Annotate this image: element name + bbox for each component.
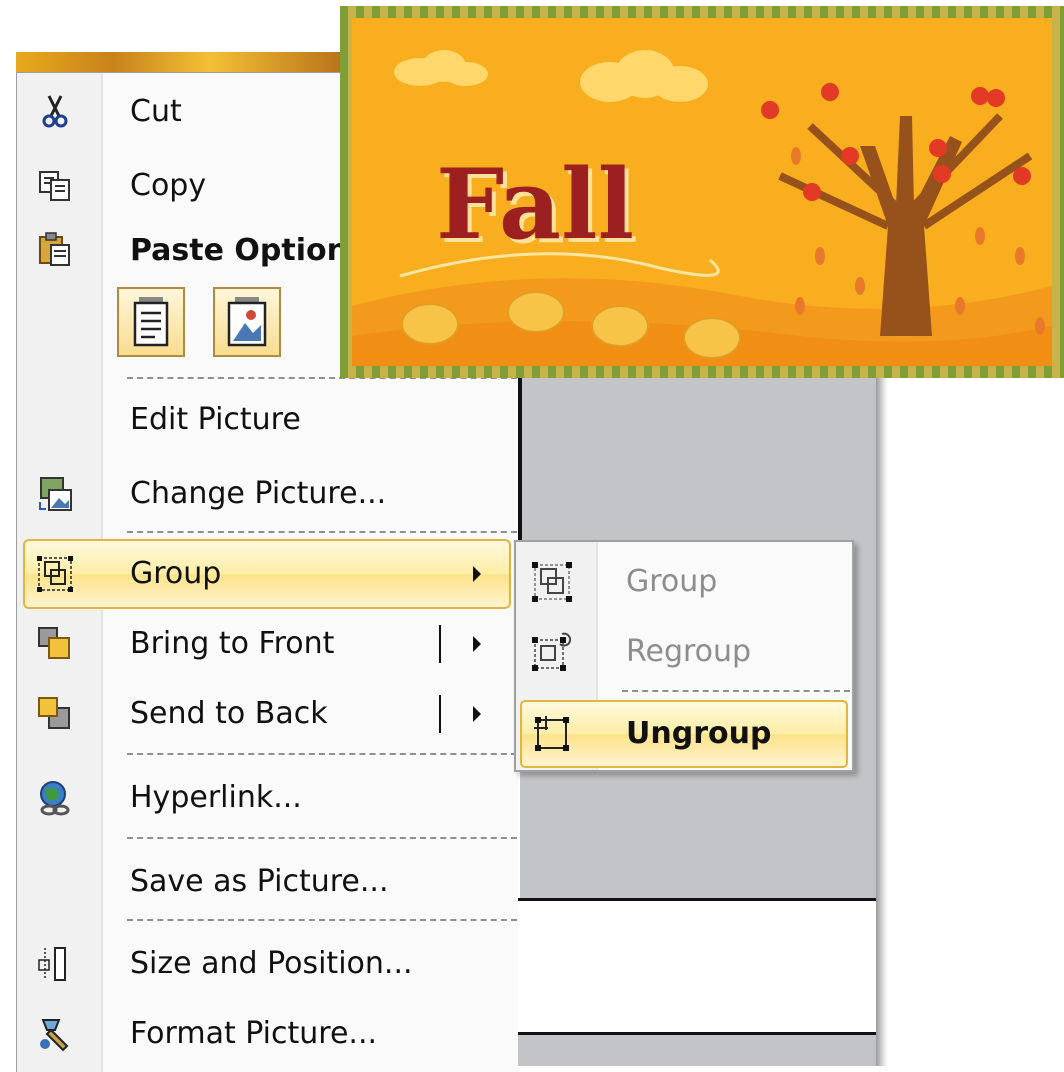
change-picture-icon bbox=[39, 477, 72, 511]
menu-item-send-to-back[interactable]: Send to Back bbox=[17, 681, 517, 747]
format-picture-icon bbox=[40, 1019, 69, 1052]
submenu-arrow-icon[interactable] bbox=[473, 636, 481, 652]
menu-item-bring-to-front[interactable]: Bring to Front bbox=[17, 611, 517, 677]
bring-to-front-icon bbox=[38, 627, 70, 659]
menu-item-label: Group bbox=[130, 556, 222, 591]
regroup-icon bbox=[532, 632, 572, 671]
menu-item-label: Bring to Front bbox=[130, 626, 335, 661]
menu-item-hyperlink[interactable]: Hyperlink... bbox=[17, 765, 517, 831]
paste-picture-icon bbox=[227, 297, 267, 347]
scissors-icon bbox=[42, 95, 68, 128]
submenu-item-label: Group bbox=[626, 564, 718, 599]
submenu-arrow-icon bbox=[473, 566, 481, 582]
menu-item-change-picture[interactable]: Change Picture... bbox=[17, 461, 517, 527]
menu-separator bbox=[127, 753, 517, 755]
copy-icon bbox=[39, 171, 70, 201]
group-icon bbox=[532, 562, 572, 602]
menu-item-save-as-picture[interactable]: Save as Picture... bbox=[17, 849, 517, 915]
menu-item-edit-picture[interactable]: Edit Picture bbox=[17, 387, 517, 453]
size-and-position-icon bbox=[38, 947, 66, 981]
submenu-item-regroup[interactable]: Regroup bbox=[516, 618, 852, 686]
menu-item-label: Cut bbox=[130, 94, 182, 129]
menu-separator bbox=[127, 837, 517, 839]
menu-item-label: Hyperlink... bbox=[130, 780, 302, 815]
document-white-area bbox=[516, 901, 876, 1032]
split-divider bbox=[439, 695, 441, 733]
menu-item-label: Copy bbox=[130, 168, 207, 203]
menu-item-label: Send to Back bbox=[130, 696, 328, 731]
menu-item-label: Size and Position... bbox=[130, 946, 413, 981]
submenu-item-label: Ungroup bbox=[626, 716, 772, 751]
group-submenu: Group Regroup Ungroup bbox=[514, 540, 854, 772]
menu-item-size-and-position[interactable]: Size and Position... bbox=[17, 931, 517, 997]
menu-item-format-picture[interactable]: Format Picture... bbox=[17, 1001, 517, 1067]
menu-item-label: Change Picture... bbox=[130, 476, 387, 511]
split-divider bbox=[439, 625, 441, 663]
submenu-arrow-icon[interactable] bbox=[473, 706, 481, 722]
menu-separator bbox=[127, 919, 517, 921]
picture-title: Fall bbox=[436, 148, 634, 261]
submenu-item-ungroup[interactable]: Ungroup bbox=[516, 700, 852, 768]
paste-icon bbox=[39, 232, 70, 266]
group-icon bbox=[37, 556, 73, 592]
menu-item-label: Format Picture... bbox=[130, 1016, 378, 1051]
submenu-item-group[interactable]: Group bbox=[516, 548, 852, 616]
document-shadow bbox=[876, 370, 888, 1066]
submenu-separator bbox=[622, 690, 850, 692]
paste-text-only-icon bbox=[133, 297, 169, 347]
ungroup-icon bbox=[534, 716, 569, 751]
fall-picture[interactable]: Fall Fall bbox=[340, 6, 1064, 378]
menu-item-label: Edit Picture bbox=[130, 402, 301, 437]
background-image-strip bbox=[16, 52, 340, 74]
submenu-item-label: Regroup bbox=[626, 634, 752, 669]
document-background bbox=[516, 1035, 876, 1066]
paste-picture-button[interactable] bbox=[213, 287, 281, 357]
menu-item-group[interactable]: Group bbox=[17, 541, 517, 607]
menu-item-label: Save as Picture... bbox=[130, 864, 389, 899]
document-divider-horizontal bbox=[516, 898, 876, 901]
hyperlink-icon bbox=[40, 781, 70, 816]
send-to-back-icon bbox=[38, 697, 70, 729]
paste-keep-text-button[interactable] bbox=[117, 287, 185, 357]
menu-separator bbox=[127, 531, 517, 533]
